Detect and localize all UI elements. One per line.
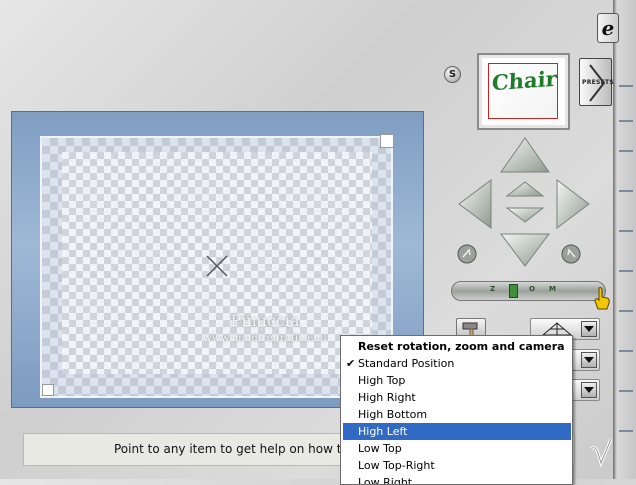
menu-item-high-top[interactable]: High Top [343, 372, 571, 389]
check-icon: ✔ [346, 357, 356, 370]
center-up-button[interactable] [505, 181, 545, 197]
rotate-right-icon[interactable] [561, 244, 581, 264]
center-cross-icon[interactable] [205, 254, 229, 278]
reset-menu[interactable]: Reset rotation, zoom and camera ✔ Standa… [340, 335, 573, 485]
menu-item-high-bottom[interactable]: High Bottom [343, 406, 571, 423]
s-icon[interactable]: S [444, 66, 461, 83]
menu-item-label: High Left [358, 425, 408, 438]
adjacent-window-edge [613, 0, 636, 479]
menu-item-label: Low Top [358, 442, 402, 455]
menu-item-label: High Right [358, 391, 416, 404]
watermark-line1: Pinuccia [230, 311, 300, 330]
thumbnail-text: Chair [491, 65, 558, 96]
menu-item-label: Low Right [358, 476, 413, 484]
chevron-down-icon[interactable] [581, 352, 597, 368]
zoom-slider-thumb[interactable] [509, 284, 518, 298]
menu-header: Reset rotation, zoom and camera [358, 340, 565, 353]
presets-arrow-icon [589, 64, 606, 102]
help-icon[interactable]: e [597, 13, 619, 43]
menu-item-label: High Bottom [358, 408, 428, 421]
menu-item-high-left[interactable]: High Left [343, 423, 571, 440]
center-down-button[interactable] [505, 207, 545, 223]
corner-handle-top-right[interactable] [380, 134, 394, 148]
navigation-pad [457, 137, 590, 267]
corner-handle-bottom-left[interactable] [42, 384, 54, 396]
menu-item-label: Standard Position [358, 357, 455, 370]
zoom-label: ZOOM [490, 285, 570, 293]
logo-mark-icon [589, 438, 613, 467]
rotate-left-icon[interactable] [457, 244, 477, 264]
menu-item-low-top-right[interactable]: Low Top-Right [343, 457, 571, 474]
watermark: Pinuccia www.maidiregrafica.eu [190, 312, 340, 348]
menu-item-label: High Top [358, 374, 406, 387]
zoom-slider[interactable]: ZOOM [451, 281, 606, 301]
arrow-left-icon[interactable] [458, 179, 492, 229]
watermark-line2: www.maidiregrafica.eu [202, 333, 328, 344]
menu-item-high-right[interactable]: High Right [343, 389, 571, 406]
menu-item-label: Low Top-Right [358, 459, 435, 472]
arrow-up-icon[interactable] [500, 137, 550, 173]
menu-item-low-top[interactable]: Low Top [343, 440, 571, 457]
presets-button[interactable]: PRESETS [579, 58, 614, 106]
arrow-right-icon[interactable] [556, 179, 590, 229]
chevron-down-icon[interactable] [581, 382, 597, 398]
menu-item-standard-position[interactable]: ✔ Standard Position [343, 355, 571, 372]
hand-pointer-icon [594, 287, 610, 310]
chevron-down-icon[interactable] [581, 321, 597, 337]
menu-item-low-right[interactable]: Low Right [343, 474, 571, 484]
arrow-down-icon[interactable] [500, 233, 550, 267]
